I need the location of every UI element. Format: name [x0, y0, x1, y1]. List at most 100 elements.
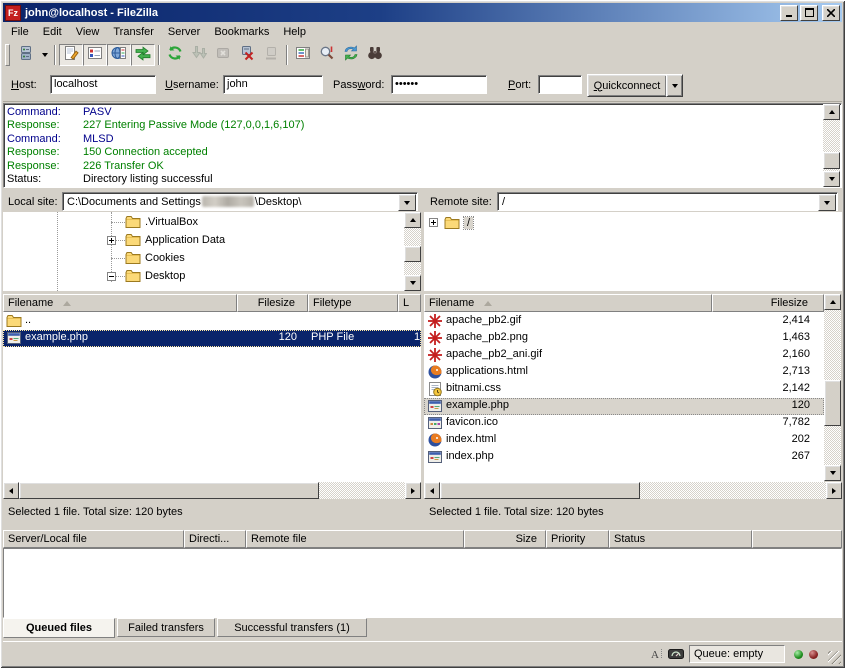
directory-filters-button[interactable]	[291, 44, 315, 66]
queue-column-size[interactable]: Size	[464, 530, 546, 548]
toolbar-grip[interactable]	[5, 44, 10, 66]
log-line-text: 150 Connection accepted	[83, 146, 208, 159]
remote-list-hscrollbar-right-button[interactable]	[826, 482, 842, 499]
local-list-hscrollbar-right-button[interactable]	[405, 482, 421, 499]
queue-column-directi-[interactable]: Directi...	[184, 530, 246, 548]
log-scrollbar-thumb[interactable]	[823, 152, 840, 169]
username-input[interactable]: john	[223, 75, 323, 94]
process-queue-button[interactable]	[187, 44, 211, 66]
cancel-operation-button[interactable]	[211, 44, 235, 66]
quickconnect-button[interactable]: Quickconnect	[587, 74, 667, 97]
remote-list-scrollbar-thumb[interactable]	[824, 380, 841, 426]
maximize-button[interactable]	[800, 5, 818, 21]
tab-failed-transfers[interactable]: Failed transfers	[117, 618, 215, 637]
remote-list-hscrollbar-left-button[interactable]	[424, 482, 440, 499]
remote-column-filesize[interactable]: Filesize	[712, 294, 824, 312]
local-tree-scrollbar-down-button[interactable]	[404, 275, 421, 291]
reconnect-button[interactable]	[259, 44, 283, 66]
tree-item-root[interactable]: /	[444, 214, 473, 232]
resize-grip[interactable]	[828, 651, 841, 664]
svg-text:A: A	[651, 649, 659, 661]
remote-site-combobox[interactable]: /	[497, 192, 838, 211]
local-site-combobox[interactable]: C:\Documents and Settings\Desktop\	[62, 192, 418, 211]
tree-item--virtualbox[interactable]: .VirtualBox	[125, 213, 198, 231]
menu-item-view[interactable]: View	[69, 24, 107, 40]
close-button[interactable]	[822, 5, 840, 21]
file-size: 1,463	[710, 331, 810, 343]
tree-expander-collapse[interactable]	[107, 272, 116, 281]
file-row-apache-pb2.png[interactable]: apache_pb2.png1,463	[424, 330, 824, 347]
file-size: 2,142	[710, 382, 810, 394]
tree-item-application-data[interactable]: Application Data	[125, 231, 225, 249]
port-input[interactable]	[538, 75, 582, 94]
file-row-apache-pb2-ani.gif[interactable]: apache_pb2_ani.gif2,160	[424, 347, 824, 364]
quickconnect-dropdown-button[interactable]	[666, 74, 683, 97]
remote-site-dropdown-button[interactable]	[818, 194, 836, 211]
toggle-message-log-button[interactable]	[59, 44, 83, 66]
toggle-remote-tree-button[interactable]	[107, 44, 131, 66]
status-bar: A Queue: empty	[3, 641, 842, 665]
remote-list-hscrollbar-thumb[interactable]	[440, 482, 640, 499]
file-name: bitnami.css	[446, 382, 501, 394]
site-manager-dropdown-button[interactable]	[38, 44, 51, 66]
disconnect-button[interactable]	[235, 44, 259, 66]
tree-item-cookies[interactable]: Cookies	[125, 249, 185, 267]
menu-item-transfer[interactable]: Transfer	[106, 24, 161, 40]
refresh-button[interactable]	[163, 44, 187, 66]
tree-expander-expand[interactable]	[429, 218, 438, 227]
log-line-text: Directory listing successful	[83, 173, 213, 186]
host-input[interactable]: localhost	[50, 75, 156, 94]
file-size: 202	[710, 433, 810, 445]
file-row-example.php[interactable]: example.php120	[424, 398, 824, 415]
find-files-button[interactable]	[363, 44, 387, 66]
tree-item-desktop[interactable]: Desktop	[125, 267, 185, 285]
tab-queued-files[interactable]: Queued files	[3, 618, 115, 638]
file-row-example.php[interactable]: example.php120PHP File1	[3, 330, 421, 347]
log-scrollbar-up-button[interactable]	[823, 104, 840, 120]
local-column-filesize[interactable]: Filesize	[237, 294, 308, 312]
minimize-button[interactable]	[780, 5, 798, 21]
local-directory-tree[interactable]: .VirtualBoxApplication DataCookiesDeskto…	[3, 212, 404, 291]
file-size: 267	[710, 450, 810, 462]
synchronized-browsing-button[interactable]	[339, 44, 363, 66]
titlebar[interactable]: Fz john@localhost - FileZilla	[3, 3, 842, 22]
menu-item-help[interactable]: Help	[276, 24, 313, 40]
remote-list-scrollbar-up-button[interactable]	[824, 294, 841, 310]
queue-column-server-local-file[interactable]: Server/Local file	[3, 530, 184, 548]
local-column-last-modified[interactable]: L	[398, 294, 421, 312]
tree-expander-expand[interactable]	[107, 236, 116, 245]
local-list-hscrollbar-left-button[interactable]	[3, 482, 19, 499]
local-column-filename[interactable]: Filename	[3, 294, 237, 312]
remote-directory-tree[interactable]: /	[424, 212, 842, 291]
file-row-applications.html[interactable]: applications.html2,713	[424, 364, 824, 381]
queue-column-priority[interactable]: Priority	[546, 530, 609, 548]
file-row-apache-pb2.gif[interactable]: apache_pb2.gif2,414	[424, 313, 824, 330]
menu-item-file[interactable]: File	[4, 24, 36, 40]
remote-column-filename[interactable]: Filename	[424, 294, 712, 312]
file-row-..[interactable]: ..	[3, 313, 421, 330]
queue-header-filler[interactable]	[752, 530, 842, 548]
file-row-favicon.ico[interactable]: favicon.ico7,782	[424, 415, 824, 432]
local-tree-scrollbar-thumb[interactable]	[404, 246, 421, 262]
menu-item-bookmarks[interactable]: Bookmarks	[207, 24, 276, 40]
queue-column-status[interactable]: Status	[609, 530, 752, 548]
menu-item-server[interactable]: Server	[161, 24, 207, 40]
tab-successful-transfers-1-[interactable]: Successful transfers (1)	[217, 618, 367, 637]
directory-comparison-button[interactable]	[315, 44, 339, 66]
disconnect-icon	[239, 45, 255, 64]
local-tree-scrollbar-up-button[interactable]	[404, 212, 421, 228]
local-list-hscrollbar-thumb[interactable]	[19, 482, 319, 499]
local-site-dropdown-button[interactable]	[398, 194, 416, 211]
file-row-index.php[interactable]: index.php267	[424, 449, 824, 466]
remote-list-scrollbar-down-button[interactable]	[824, 465, 841, 481]
queue-column-remote-file[interactable]: Remote file	[246, 530, 464, 548]
menu-item-edit[interactable]: Edit	[36, 24, 69, 40]
toggle-transfer-queue-button[interactable]	[131, 44, 155, 66]
local-column-filetype[interactable]: Filetype	[308, 294, 398, 312]
toggle-local-tree-button[interactable]	[83, 44, 107, 66]
password-input[interactable]: ••••••	[391, 75, 487, 94]
file-row-index.html[interactable]: index.html202	[424, 432, 824, 449]
file-row-bitnami.css[interactable]: bitnami.css 2,142	[424, 381, 824, 398]
log-scrollbar-down-button[interactable]	[823, 171, 840, 187]
site-manager-button[interactable]	[14, 44, 38, 66]
